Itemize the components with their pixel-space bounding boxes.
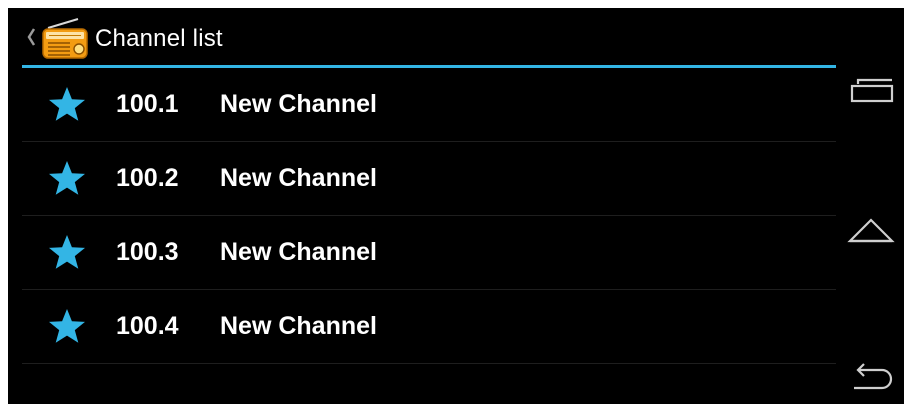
channel-name: New Channel <box>220 238 377 266</box>
star-icon[interactable] <box>48 86 86 122</box>
channel-name: New Channel <box>220 164 377 192</box>
star-icon[interactable] <box>48 234 86 270</box>
navigation-bar <box>836 8 904 404</box>
back-icon[interactable] <box>846 356 896 396</box>
star-icon[interactable] <box>48 308 86 344</box>
channel-name: New Channel <box>220 90 377 118</box>
channel-frequency: 100.3 <box>116 238 179 266</box>
channel-name: New Channel <box>220 312 377 340</box>
star-icon[interactable] <box>48 160 86 196</box>
channel-frequency: 100.2 <box>116 164 179 192</box>
chevron-left-icon[interactable] <box>24 25 38 49</box>
channel-row[interactable]: 100.4 New Channel <box>22 290 836 364</box>
app-screen: Channel list 100.1 New Channel 100.2 New… <box>8 8 904 404</box>
page-title: Channel list <box>95 25 223 52</box>
channel-list: 100.1 New Channel 100.2 New Channel 100.… <box>22 68 836 364</box>
channel-frequency: 100.4 <box>116 312 179 340</box>
home-icon[interactable] <box>846 214 896 254</box>
channel-row[interactable]: 100.3 New Channel <box>22 216 836 290</box>
channel-frequency: 100.1 <box>116 90 179 118</box>
action-bar[interactable]: Channel list <box>8 8 836 66</box>
radio-icon <box>42 18 88 59</box>
channel-row[interactable]: 100.1 New Channel <box>22 68 836 142</box>
channel-row[interactable]: 100.2 New Channel <box>22 142 836 216</box>
recent-apps-icon[interactable] <box>846 72 896 112</box>
